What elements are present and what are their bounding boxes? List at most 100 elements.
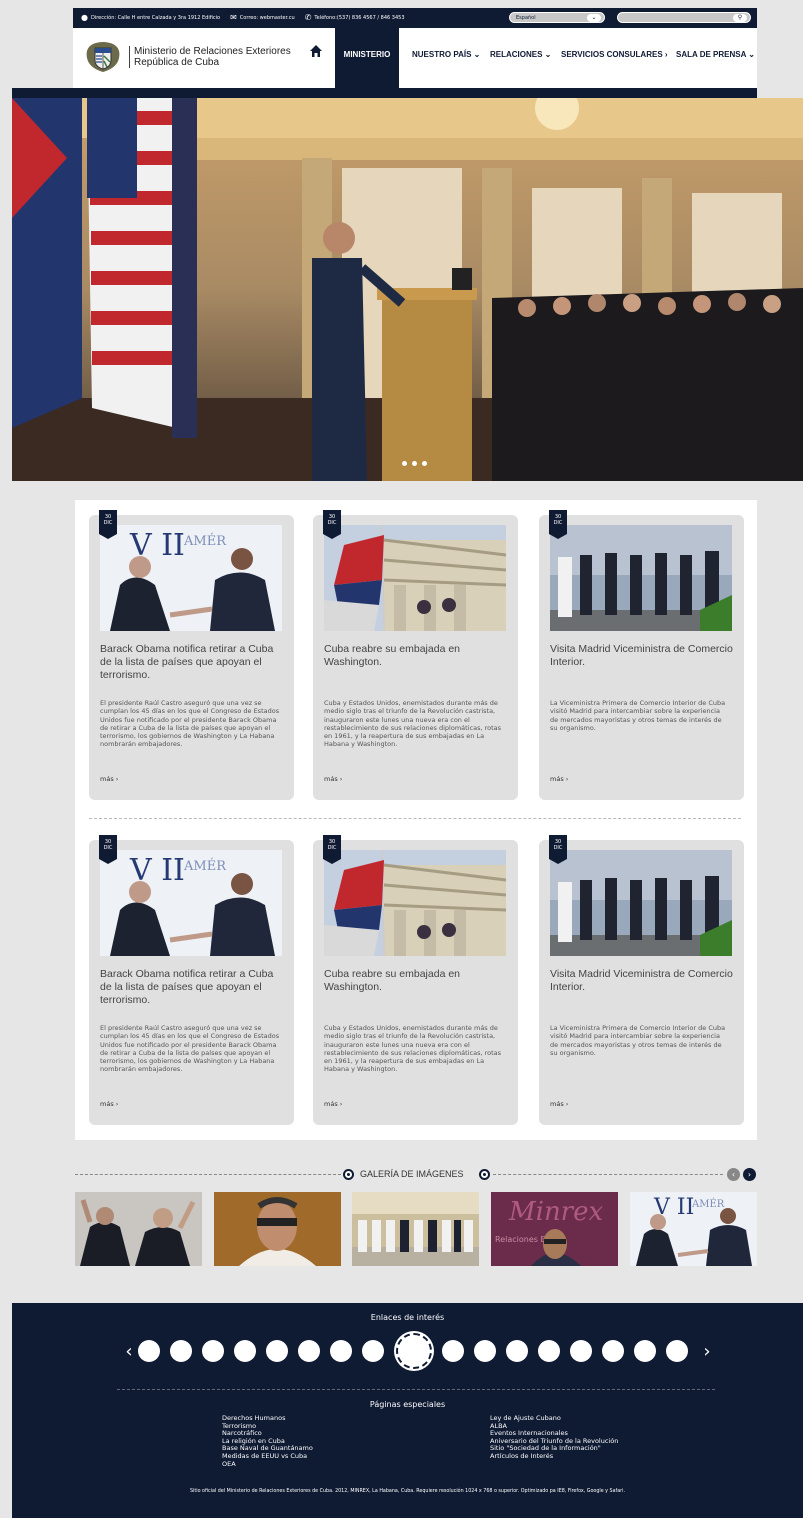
nav-item-nuestro-pais[interactable]: NUESTRO PAÍS ⌄ — [412, 50, 480, 59]
gallery-thumb[interactable] — [214, 1192, 341, 1266]
special-pages-title: Páginas especiales — [369, 1400, 446, 1409]
news-card[interactable]: 30 DIC Cuba reabre su embajada en Washin… — [313, 510, 518, 800]
link-circle[interactable] — [474, 1340, 496, 1362]
date-badge: 30 DIC — [323, 510, 341, 539]
date-month: DIC — [327, 520, 337, 526]
read-more-link[interactable]: más › — [324, 775, 342, 783]
legal-notice: Sitio oficial del Ministerio de Relacion… — [190, 1489, 625, 1494]
date-month: DIC — [327, 845, 337, 851]
news-card[interactable]: 30 DIC Visita Madrid Viceministra de Com… — [539, 835, 744, 1125]
portrait-photo — [214, 1192, 341, 1266]
email-item[interactable]: ✉ Correo: webmaster.cu — [230, 14, 295, 22]
read-more-link[interactable]: más › — [324, 1100, 342, 1108]
link-circle[interactable] — [298, 1340, 320, 1362]
search-input[interactable]: ⚲ — [617, 12, 751, 23]
read-more-link[interactable]: más › — [550, 775, 568, 783]
news-photo[interactable] — [550, 525, 732, 631]
row-divider — [89, 818, 741, 819]
news-title[interactable]: Visita Madrid Viceministra de Comercio I… — [550, 643, 736, 669]
address-text: Dirección: Calle H entre Calzada y 3ra 1… — [90, 15, 221, 21]
home-icon[interactable] — [309, 44, 323, 58]
nav-item-relaciones[interactable]: RELACIONES ⌄ — [490, 50, 551, 59]
gallery-next-button[interactable]: › — [743, 1168, 756, 1181]
read-more-link[interactable]: más › — [100, 1100, 118, 1108]
search-icon[interactable]: ⚲ — [733, 14, 747, 22]
links-prev-button[interactable]: ‹ — [120, 1341, 138, 1362]
email-text[interactable]: Correo: webmaster.cu — [240, 15, 295, 21]
news-photo[interactable]: V II AMÉR — [100, 525, 282, 631]
delegation-photo — [550, 525, 732, 631]
gallery-rule-right — [493, 1174, 723, 1175]
svg-text:AMÉR: AMÉR — [183, 858, 227, 874]
link-circle[interactable] — [202, 1340, 224, 1362]
link-circle[interactable] — [266, 1340, 288, 1362]
date-month: DIC — [553, 520, 563, 526]
link-circle[interactable] — [602, 1340, 624, 1362]
news-title[interactable]: Cuba reabre su embajada en Washington. — [324, 968, 510, 994]
minrex-speaker-photo: Minrex Relaciones Exte — [491, 1192, 618, 1266]
news-excerpt: La Viceministra Primera de Comercio Inte… — [550, 699, 726, 732]
slider-dot[interactable] — [412, 461, 417, 466]
news-excerpt: El presidente Raúl Castro aseguró que un… — [100, 1024, 280, 1074]
link-circle[interactable] — [234, 1340, 256, 1362]
link-circle[interactable] — [442, 1340, 464, 1362]
link-circle[interactable] — [634, 1340, 656, 1362]
embassy-flag-photo — [324, 525, 506, 631]
gallery-thumb[interactable] — [75, 1192, 202, 1266]
link-circle[interactable] — [138, 1340, 160, 1362]
language-select[interactable]: Español ⌄ — [509, 12, 605, 23]
link-circle[interactable] — [538, 1340, 560, 1362]
link-circle[interactable] — [362, 1340, 384, 1362]
nav-item-label: MINISTERIO — [343, 50, 391, 59]
nav-item-ministerio[interactable]: MINISTERIO — [335, 28, 399, 98]
read-more-link[interactable]: más › — [100, 775, 118, 783]
org-name[interactable]: Ministerio de Relaciones Exteriores Repú… — [129, 46, 291, 68]
waving-leaders-photo — [75, 1192, 202, 1266]
slider-dot[interactable] — [422, 461, 427, 466]
news-photo[interactable] — [550, 850, 732, 956]
target-icon — [343, 1169, 354, 1180]
links-carousel: ‹ › — [120, 1333, 716, 1369]
links-next-button[interactable]: › — [698, 1341, 716, 1362]
org-name-line2: República de Cuba — [134, 57, 220, 68]
news-title[interactable]: Barack Obama notifica retirar a Cuba de … — [100, 968, 286, 1007]
gallery-thumb[interactable]: V II AMÉR — [630, 1192, 757, 1266]
hero-slider[interactable] — [12, 98, 803, 481]
news-photo[interactable] — [324, 850, 506, 956]
link-circle[interactable] — [330, 1340, 352, 1362]
news-card[interactable]: 30 DIC Visita Madrid Viceministra de Com… — [539, 510, 744, 800]
link-circle-active[interactable] — [396, 1333, 432, 1369]
date-badge: 30 DIC — [323, 835, 341, 864]
news-title[interactable]: Barack Obama notifica retirar a Cuba de … — [100, 643, 286, 682]
org-name-line1: Ministerio de Relaciones Exteriores — [134, 46, 291, 57]
map-pin-icon: ● — [81, 13, 88, 22]
nav-item-servicios-consulares[interactable]: SERVICIOS CONSULARES › — [561, 50, 668, 59]
news-photo[interactable] — [324, 525, 506, 631]
link-circle[interactable] — [506, 1340, 528, 1362]
slider-dot[interactable] — [402, 461, 407, 466]
nav-item-sala-de-prensa[interactable]: SALA DE PRENSA ⌄ — [676, 50, 755, 59]
link-circle[interactable] — [170, 1340, 192, 1362]
slider-dots[interactable] — [402, 461, 427, 466]
footer-link[interactable]: Artículos de Interés — [490, 1452, 618, 1461]
link-circle[interactable] — [570, 1340, 592, 1362]
read-more-link[interactable]: más › — [550, 1100, 568, 1108]
news-card[interactable]: V II AMÉR 30 DIC Barack Obama notifica r… — [89, 835, 294, 1125]
links-title: Enlaces de interés — [370, 1313, 445, 1322]
site-footer: Enlaces de interés ‹ › Páginas especiale… — [12, 1303, 803, 1518]
news-card[interactable]: 30 DIC Cuba reabre su embajada en Washin… — [313, 835, 518, 1125]
footer-link[interactable]: Ley de Ajuste Cubano — [490, 1414, 618, 1423]
link-circle[interactable] — [666, 1340, 688, 1362]
coat-of-arms-logo[interactable] — [83, 40, 123, 74]
footer-link[interactable]: OEA — [222, 1460, 313, 1469]
news-excerpt: Cuba y Estados Unidos, enemistados duran… — [324, 699, 502, 749]
gallery-thumb[interactable]: Minrex Relaciones Exte — [491, 1192, 618, 1266]
news-photo[interactable]: V II AMÉR — [100, 850, 282, 956]
gallery-prev-button[interactable]: ‹ — [727, 1168, 740, 1181]
news-title[interactable]: Cuba reabre su embajada en Washington. — [324, 643, 510, 669]
gallery-thumb[interactable] — [352, 1192, 479, 1266]
obama-castro-photo: V II AMÉR — [100, 850, 282, 956]
news-title[interactable]: Visita Madrid Viceministra de Comercio I… — [550, 968, 736, 994]
target-icon — [479, 1169, 490, 1180]
news-card[interactable]: V II AMÉR 30 DIC Barack Obama notifica r… — [89, 510, 294, 800]
